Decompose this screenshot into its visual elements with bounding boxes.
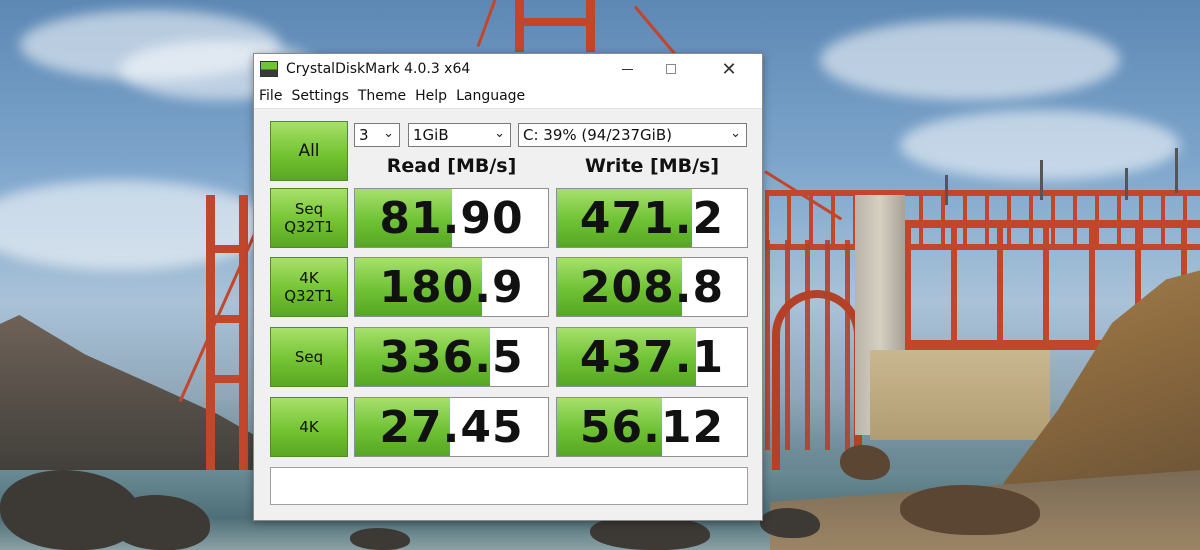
seq-test-button[interactable]: Seq: [270, 327, 348, 387]
result-value: 81.90: [379, 192, 524, 244]
row-label: Seq: [294, 348, 324, 366]
title-bar[interactable]: CrystalDiskMark 4.0.3 x64 ✕: [254, 54, 762, 84]
status-comment-box[interactable]: [270, 467, 748, 505]
seq-q32t1-test-button[interactable]: Seq Q32T1: [270, 188, 348, 248]
minimize-button[interactable]: [610, 58, 644, 80]
result-cell-write: 437.1: [556, 327, 748, 387]
crystaldiskmark-app-icon: [260, 61, 278, 77]
run-all-button[interactable]: All: [270, 121, 348, 181]
close-icon: ✕: [721, 58, 737, 80]
menu-file[interactable]: File: [259, 88, 282, 104]
4k-test-button[interactable]: 4K: [270, 397, 348, 457]
window-title: CrystalDiskMark 4.0.3 x64: [286, 61, 471, 77]
test-count-select[interactable]: 3 ⌄: [354, 123, 400, 147]
benchmark-panel: All 3 ⌄ 1GiB ⌄ C: 39% (94/237GiB) ⌄ Read…: [254, 109, 762, 520]
result-value: 471.2: [579, 192, 725, 244]
menu-bar: File Settings Theme Help Language: [254, 84, 762, 109]
result-cell-read: 180.9: [354, 257, 549, 317]
result-cell-read: 27.45: [354, 397, 549, 457]
drive-select[interactable]: C: 39% (94/237GiB) ⌄: [518, 123, 747, 147]
menu-language[interactable]: Language: [456, 88, 525, 104]
result-value: 56.12: [579, 401, 725, 453]
row-label: 4K Q32T1: [284, 269, 334, 305]
drive-value: C: 39% (94/237GiB): [523, 126, 672, 144]
result-cell-read: 336.5: [354, 327, 549, 387]
result-cell-write: 56.12: [556, 397, 748, 457]
menu-theme[interactable]: Theme: [358, 88, 406, 104]
test-size-value: 1GiB: [413, 126, 449, 144]
read-column-header: Read [MB/s]: [386, 155, 517, 177]
minimize-icon: [621, 68, 633, 70]
row-label: 4K: [299, 418, 319, 436]
result-cell-write: 208.8: [556, 257, 748, 317]
test-count-value: 3: [359, 126, 369, 144]
chevron-down-icon: ⌄: [494, 126, 505, 141]
result-value: 208.8: [579, 261, 725, 313]
result-value: 336.5: [379, 331, 524, 383]
result-cell-read: 81.90: [354, 188, 549, 248]
4k-q32t1-test-button[interactable]: 4K Q32T1: [270, 257, 348, 317]
maximize-button[interactable]: [654, 58, 688, 80]
write-column-header: Write [MB/s]: [584, 155, 720, 177]
menu-settings[interactable]: Settings: [291, 88, 348, 104]
maximize-icon: [666, 64, 676, 74]
result-value: 27.45: [379, 401, 524, 453]
result-value: 437.1: [579, 331, 725, 383]
result-cell-write: 471.2: [556, 188, 748, 248]
menu-help[interactable]: Help: [415, 88, 447, 104]
chevron-down-icon: ⌄: [730, 126, 741, 141]
chevron-down-icon: ⌄: [383, 126, 394, 141]
row-label: Seq Q32T1: [284, 200, 334, 236]
close-button[interactable]: ✕: [712, 58, 746, 80]
test-size-select[interactable]: 1GiB ⌄: [408, 123, 511, 147]
crystaldiskmark-window: CrystalDiskMark 4.0.3 x64 ✕ File Setting…: [253, 53, 763, 521]
result-value: 180.9: [379, 261, 524, 313]
